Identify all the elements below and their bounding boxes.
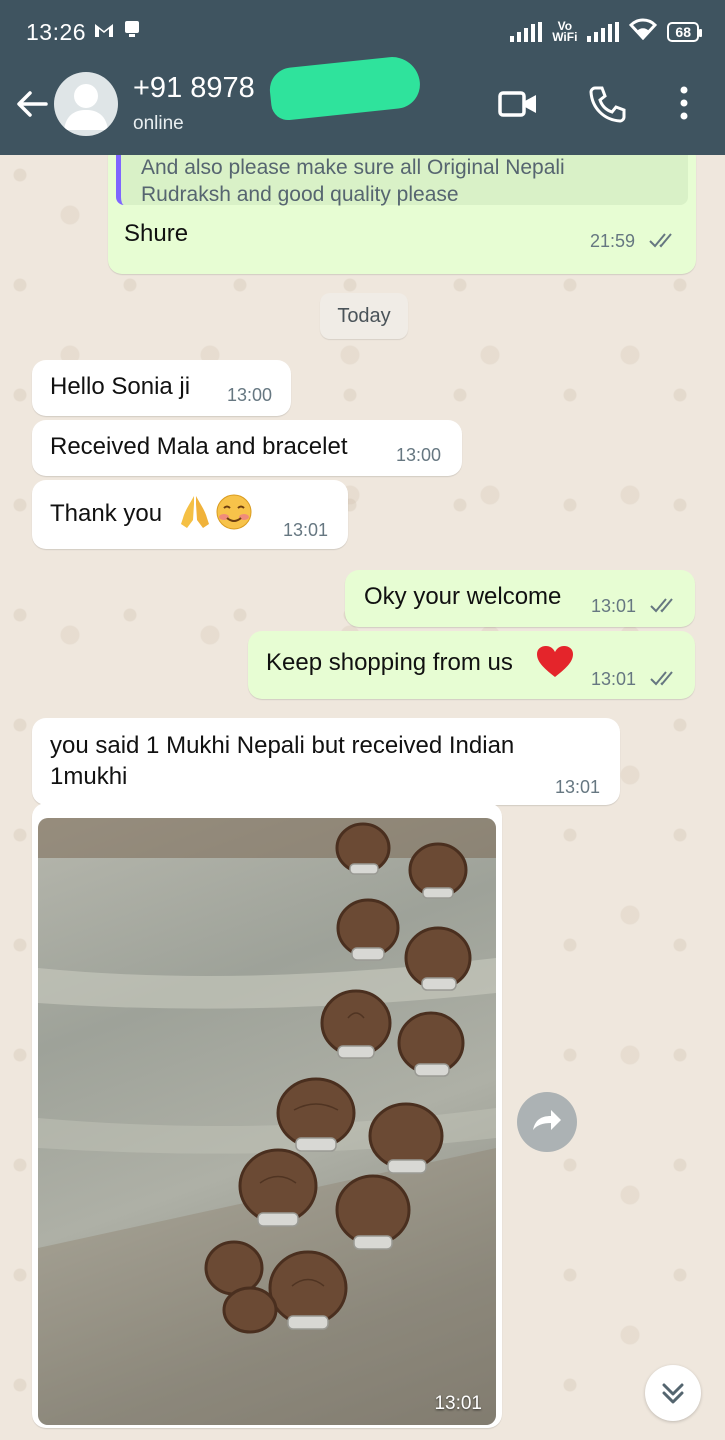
quoted-text-line2: Rudraksh and good quality please (141, 183, 459, 206)
contact-name[interactable]: +91 8978 (133, 72, 255, 105)
message-bubble-shure[interactable]: And also please make sure all Original N… (108, 155, 696, 274)
message-time: 21:59 (590, 231, 636, 251)
smiling-face-emoji-icon (216, 494, 252, 530)
forward-icon[interactable] (517, 1092, 577, 1152)
quoted-text-line1: And also please make sure all Original N… (141, 156, 565, 179)
message-time: 13:00 (227, 385, 273, 405)
message-text: Received Mala and bracelet (50, 433, 348, 460)
read-ticks-icon (649, 233, 672, 248)
rudraksha-mala-photo (38, 818, 496, 1425)
redaction-mark (267, 54, 423, 122)
message-bubble-received[interactable]: Received Mala and bracelet 13:00 (32, 420, 462, 476)
message-text: Thank you (50, 500, 163, 527)
date-chip: Today (320, 293, 408, 339)
message-time: 13:00 (396, 445, 442, 465)
message-time: 13:01 (591, 669, 637, 689)
message-text: Oky your welcome (364, 583, 562, 610)
battery-indicator: 68 (667, 22, 702, 42)
voice-call-icon[interactable] (587, 84, 627, 124)
chat-area[interactable]: And also please make sure all Original N… (0, 155, 725, 1440)
message-time: 13:01 (283, 520, 329, 540)
message-time: 13:01 (555, 777, 601, 797)
chat-header: 13:26 Vo WiFi 68 +91 8978 online (0, 0, 725, 155)
notification-icon (122, 19, 142, 45)
contact-status: online (133, 113, 184, 134)
message-bubble-keep-shopping[interactable]: Keep shopping from us 13:01 (248, 631, 695, 699)
message-bubble-welcome[interactable]: Oky your welcome 13:01 (345, 570, 695, 627)
image-message-photo[interactable]: 13:01 (38, 818, 496, 1425)
avatar[interactable] (54, 72, 118, 136)
read-ticks-icon (650, 671, 673, 686)
status-bar: 13:26 Vo WiFi 68 (0, 0, 725, 64)
video-call-icon[interactable] (498, 84, 538, 124)
message-text-line1: you said 1 Mukhi Nepali but received Ind… (50, 732, 515, 759)
folded-hands-emoji-icon (181, 496, 209, 528)
scroll-to-bottom-icon[interactable] (645, 1365, 701, 1421)
quoted-message[interactable]: And also please make sure all Original N… (116, 155, 688, 206)
message-text: Keep shopping from us (266, 649, 513, 676)
gmail-icon (94, 21, 114, 44)
message-bubble-thankyou[interactable]: Thank you 13:01 (32, 480, 348, 549)
message-text: Shure (124, 220, 189, 247)
status-time: 13:26 (26, 18, 87, 45)
read-ticks-icon (650, 598, 673, 613)
message-text-line2: 1mukhi (50, 763, 128, 790)
red-heart-emoji-icon (537, 646, 573, 677)
message-bubble-complaint[interactable]: you said 1 Mukhi Nepali but received Ind… (32, 718, 620, 805)
wifi-icon (629, 18, 658, 46)
message-time: 13:01 (591, 596, 637, 616)
vowifi-label: Vo WiFi (552, 19, 578, 44)
signal-icon (510, 22, 543, 42)
more-options-icon[interactable] (664, 84, 704, 124)
message-bubble-hello[interactable]: Hello Sonia ji 13:00 (32, 360, 291, 416)
back-arrow-icon[interactable] (12, 84, 52, 124)
image-time: 13:01 (434, 1393, 482, 1414)
signal-icon-2 (587, 22, 620, 42)
message-text: Hello Sonia ji (50, 373, 191, 400)
